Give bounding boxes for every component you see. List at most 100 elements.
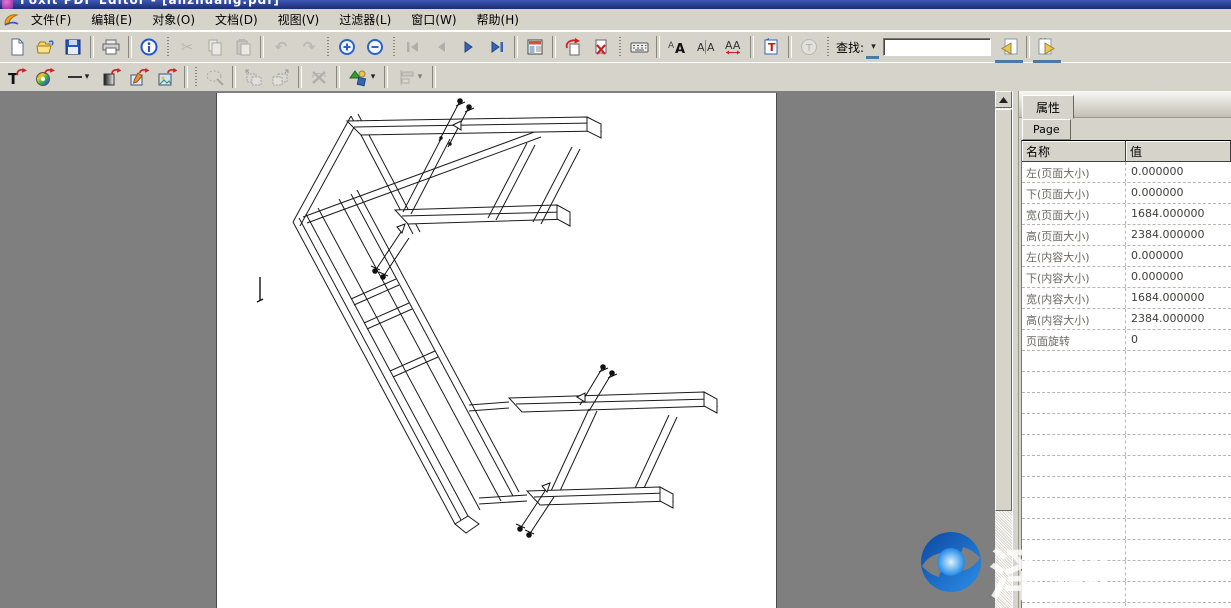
tab-page[interactable]: Page	[1022, 119, 1071, 140]
header-name[interactable]: 名称	[1022, 141, 1126, 162]
import-page-button[interactable]	[559, 34, 587, 60]
insert-shape-button[interactable]: ▾	[343, 64, 381, 90]
table-row-empty[interactable]	[1022, 477, 1231, 498]
table-row-empty[interactable]	[1022, 414, 1231, 435]
text-selection-button[interactable]: T	[795, 34, 823, 60]
virtual-keyboard-button[interactable]	[625, 34, 653, 60]
redo-button[interactable]: ↷	[295, 34, 323, 60]
menu-help[interactable]: 帮助(H)	[467, 9, 529, 30]
table-row[interactable]: 页面旋转0	[1022, 330, 1231, 351]
zoom-out-button[interactable]	[361, 34, 389, 60]
document-canvas[interactable]	[0, 91, 995, 608]
table-row[interactable]: 下(内容大小)0.000000	[1022, 267, 1231, 288]
find-input[interactable]	[883, 38, 991, 56]
table-row[interactable]: 宽(页面大小)1684.000000	[1022, 204, 1231, 225]
last-page-button[interactable]	[483, 34, 511, 60]
header-value[interactable]: 值	[1126, 141, 1231, 162]
tab-properties[interactable]: 属性	[1022, 95, 1074, 119]
lasso-select-button[interactable]	[201, 64, 229, 90]
line-icon	[67, 68, 83, 86]
table-row-empty[interactable]	[1022, 561, 1231, 582]
table-row-empty[interactable]	[1022, 372, 1231, 393]
find-dropdown[interactable]: ▾	[866, 38, 879, 56]
find-next-button[interactable]	[1033, 34, 1061, 60]
first-page-icon	[404, 38, 422, 56]
align-objects-button[interactable]: ▾	[391, 64, 429, 90]
next-page-button[interactable]	[455, 34, 483, 60]
cut-button[interactable]: ✂	[173, 34, 201, 60]
menu-window[interactable]: 窗口(W)	[401, 9, 466, 30]
table-row[interactable]: 高(页面大小)2384.000000	[1022, 225, 1231, 246]
new-button[interactable]	[3, 34, 31, 60]
first-page-button[interactable]	[399, 34, 427, 60]
save-button[interactable]	[59, 34, 87, 60]
undo-button[interactable]: ↶	[267, 34, 295, 60]
add-image-button[interactable]	[153, 64, 181, 90]
edit-text-button[interactable]: T	[3, 64, 31, 90]
delete-object-button[interactable]	[305, 64, 333, 90]
panel-header: 属性	[1019, 91, 1231, 118]
table-row-empty[interactable]	[1022, 393, 1231, 414]
menu-file[interactable]: 文件(F)	[21, 9, 81, 30]
font-width-button[interactable]: AA	[719, 34, 747, 60]
menu-object[interactable]: 对象(O)	[142, 9, 205, 30]
zoom-in-button[interactable]	[333, 34, 361, 60]
toolbar-drag-handle[interactable]	[619, 37, 621, 57]
table-row[interactable]: 宽(内容大小)1684.000000	[1022, 288, 1231, 309]
edit-image-button[interactable]	[125, 64, 153, 90]
toolbar-separator	[298, 66, 302, 88]
page-layout-button[interactable]	[521, 34, 549, 60]
copy-button[interactable]	[201, 34, 229, 60]
document-info-button[interactable]	[135, 34, 163, 60]
group-forward-icon	[271, 68, 291, 87]
menu-document[interactable]: 文档(D)	[205, 9, 268, 30]
previous-page-button[interactable]	[427, 34, 455, 60]
table-row-empty[interactable]	[1022, 603, 1231, 608]
find-previous-button[interactable]	[995, 34, 1023, 60]
color-picker-button[interactable]	[31, 64, 59, 90]
font-compare-button[interactable]: AA	[691, 34, 719, 60]
table-row[interactable]: 左(页面大小)0.000000	[1022, 162, 1231, 183]
menu-edit[interactable]: 编辑(E)	[81, 9, 142, 30]
vertical-scrollbar[interactable]	[995, 91, 1012, 608]
menu-filter[interactable]: 过滤器(L)	[329, 9, 401, 30]
pdf-page[interactable]	[216, 93, 777, 608]
add-text-button[interactable]: T	[757, 34, 785, 60]
send-backward-button[interactable]	[239, 64, 267, 90]
print-button[interactable]	[97, 34, 125, 60]
toolbar-drag-handle[interactable]	[195, 67, 197, 87]
paste-button[interactable]	[229, 34, 257, 60]
scroll-up-button[interactable]	[995, 91, 1012, 108]
menu-view[interactable]: 视图(V)	[268, 9, 330, 30]
toolbar-drag-handle[interactable]	[827, 37, 829, 57]
toolbar-drag-handle[interactable]	[327, 37, 329, 57]
keyboard-icon	[630, 38, 649, 56]
table-row[interactable]: 左(内容大小)0.000000	[1022, 246, 1231, 267]
line-style-button[interactable]: ▾	[59, 64, 97, 90]
table-row-empty[interactable]	[1022, 582, 1231, 603]
table-row-empty[interactable]	[1022, 519, 1231, 540]
delete-page-button[interactable]	[587, 34, 615, 60]
fill-style-button[interactable]	[97, 64, 125, 90]
bring-forward-button[interactable]	[267, 64, 295, 90]
table-row-empty[interactable]	[1022, 456, 1231, 477]
chevron-down-icon: ▾	[371, 72, 376, 82]
toolbar-separator	[656, 36, 660, 58]
toolbar-drag-handle[interactable]	[393, 37, 395, 57]
toolbar-drag-handle[interactable]	[167, 37, 169, 57]
table-row[interactable]: 下(页面大小)0.000000	[1022, 183, 1231, 204]
table-row-empty[interactable]	[1022, 351, 1231, 372]
open-button[interactable]	[31, 34, 59, 60]
toolbar-main: ✂ ↶ ↷ AA AA AA T T 查找: ▾	[0, 31, 1231, 62]
delete-x-icon	[309, 68, 329, 87]
panel-divider[interactable]	[1012, 91, 1019, 608]
table-row[interactable]: 高(内容大小)2384.000000	[1022, 309, 1231, 330]
find-next-icon	[1037, 38, 1057, 56]
previous-page-icon	[432, 38, 450, 56]
table-row-empty[interactable]	[1022, 498, 1231, 519]
table-row-empty[interactable]	[1022, 435, 1231, 456]
toolbar-separator	[552, 36, 556, 58]
font-embed-button[interactable]: AA	[663, 34, 691, 60]
table-row-empty[interactable]	[1022, 540, 1231, 561]
scrollbar-thumb[interactable]	[995, 109, 1012, 511]
